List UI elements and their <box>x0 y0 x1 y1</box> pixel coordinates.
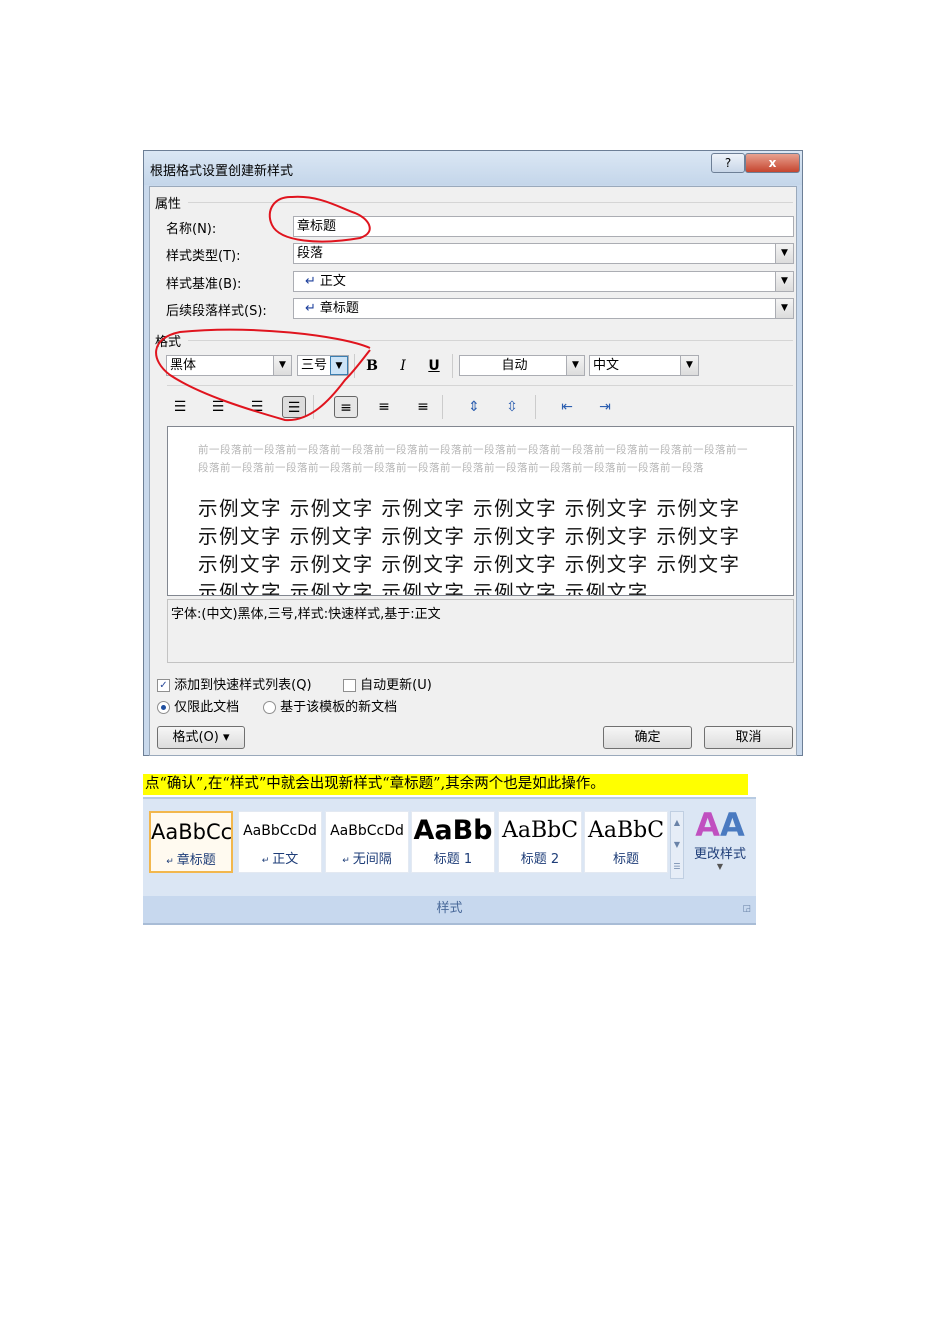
style-item-no-spacing[interactable]: AaBbCcDd ↵ 无间隔 <box>325 811 409 873</box>
style-sample: AaBbC <box>587 818 665 843</box>
scroll-up-icon[interactable]: ▲ <box>671 812 683 834</box>
change-styles-button[interactable]: AA 更改样式 ▼ <box>689 807 751 871</box>
dialog-launcher-icon[interactable]: ◲ <box>742 896 751 922</box>
style-sample: AaBbCc <box>151 820 231 844</box>
style-name: 标题 2 <box>520 852 560 867</box>
style-item-chapter-title[interactable]: AaBbCc ↵ 章标题 <box>149 811 233 873</box>
style-name: 标题 <box>612 852 639 867</box>
gallery-expand-icon[interactable]: ☰ <box>671 856 683 878</box>
style-name: 无间隔 <box>352 852 392 867</box>
red-annotation-circles <box>155 195 371 422</box>
styles-group-footer: 样式 ◲ <box>143 896 756 923</box>
caption-text: 点“确认”,在“样式”中就会出现新样式“章标题”,其余两个也是如此操作。 <box>143 774 748 795</box>
style-sample: AaBbCcDd <box>330 823 404 839</box>
change-styles-icon: AA <box>695 806 745 844</box>
gallery-scrollbar[interactable]: ▲ ▼ ☰ <box>670 811 684 879</box>
style-sample: AaBb <box>413 815 493 846</box>
style-item-title[interactable]: AaBbC 标题 <box>584 811 668 873</box>
style-item-heading-1[interactable]: AaBb 标题 1 <box>411 811 495 873</box>
change-styles-label: 更改样式 <box>693 847 746 862</box>
style-item-normal[interactable]: AaBbCcDd ↵ 正文 <box>238 811 322 873</box>
styles-group-label: 样式 <box>436 901 463 916</box>
style-item-heading-2[interactable]: AaBbC 标题 2 <box>498 811 582 873</box>
styles-ribbon: AaBbCc ↵ 章标题 AaBbCcDd ↵ 正文 AaBbCcDd ↵ 无间隔 A… <box>143 797 756 925</box>
style-name: 章标题 <box>176 853 216 868</box>
scroll-down-icon[interactable]: ▼ <box>671 834 683 856</box>
style-sample: AaBbCcDd <box>243 823 317 839</box>
style-name: 标题 1 <box>433 852 473 867</box>
chevron-down-icon: ▼ <box>716 862 724 871</box>
style-name: 正文 <box>272 852 299 867</box>
style-sample: AaBbC <box>501 818 579 843</box>
